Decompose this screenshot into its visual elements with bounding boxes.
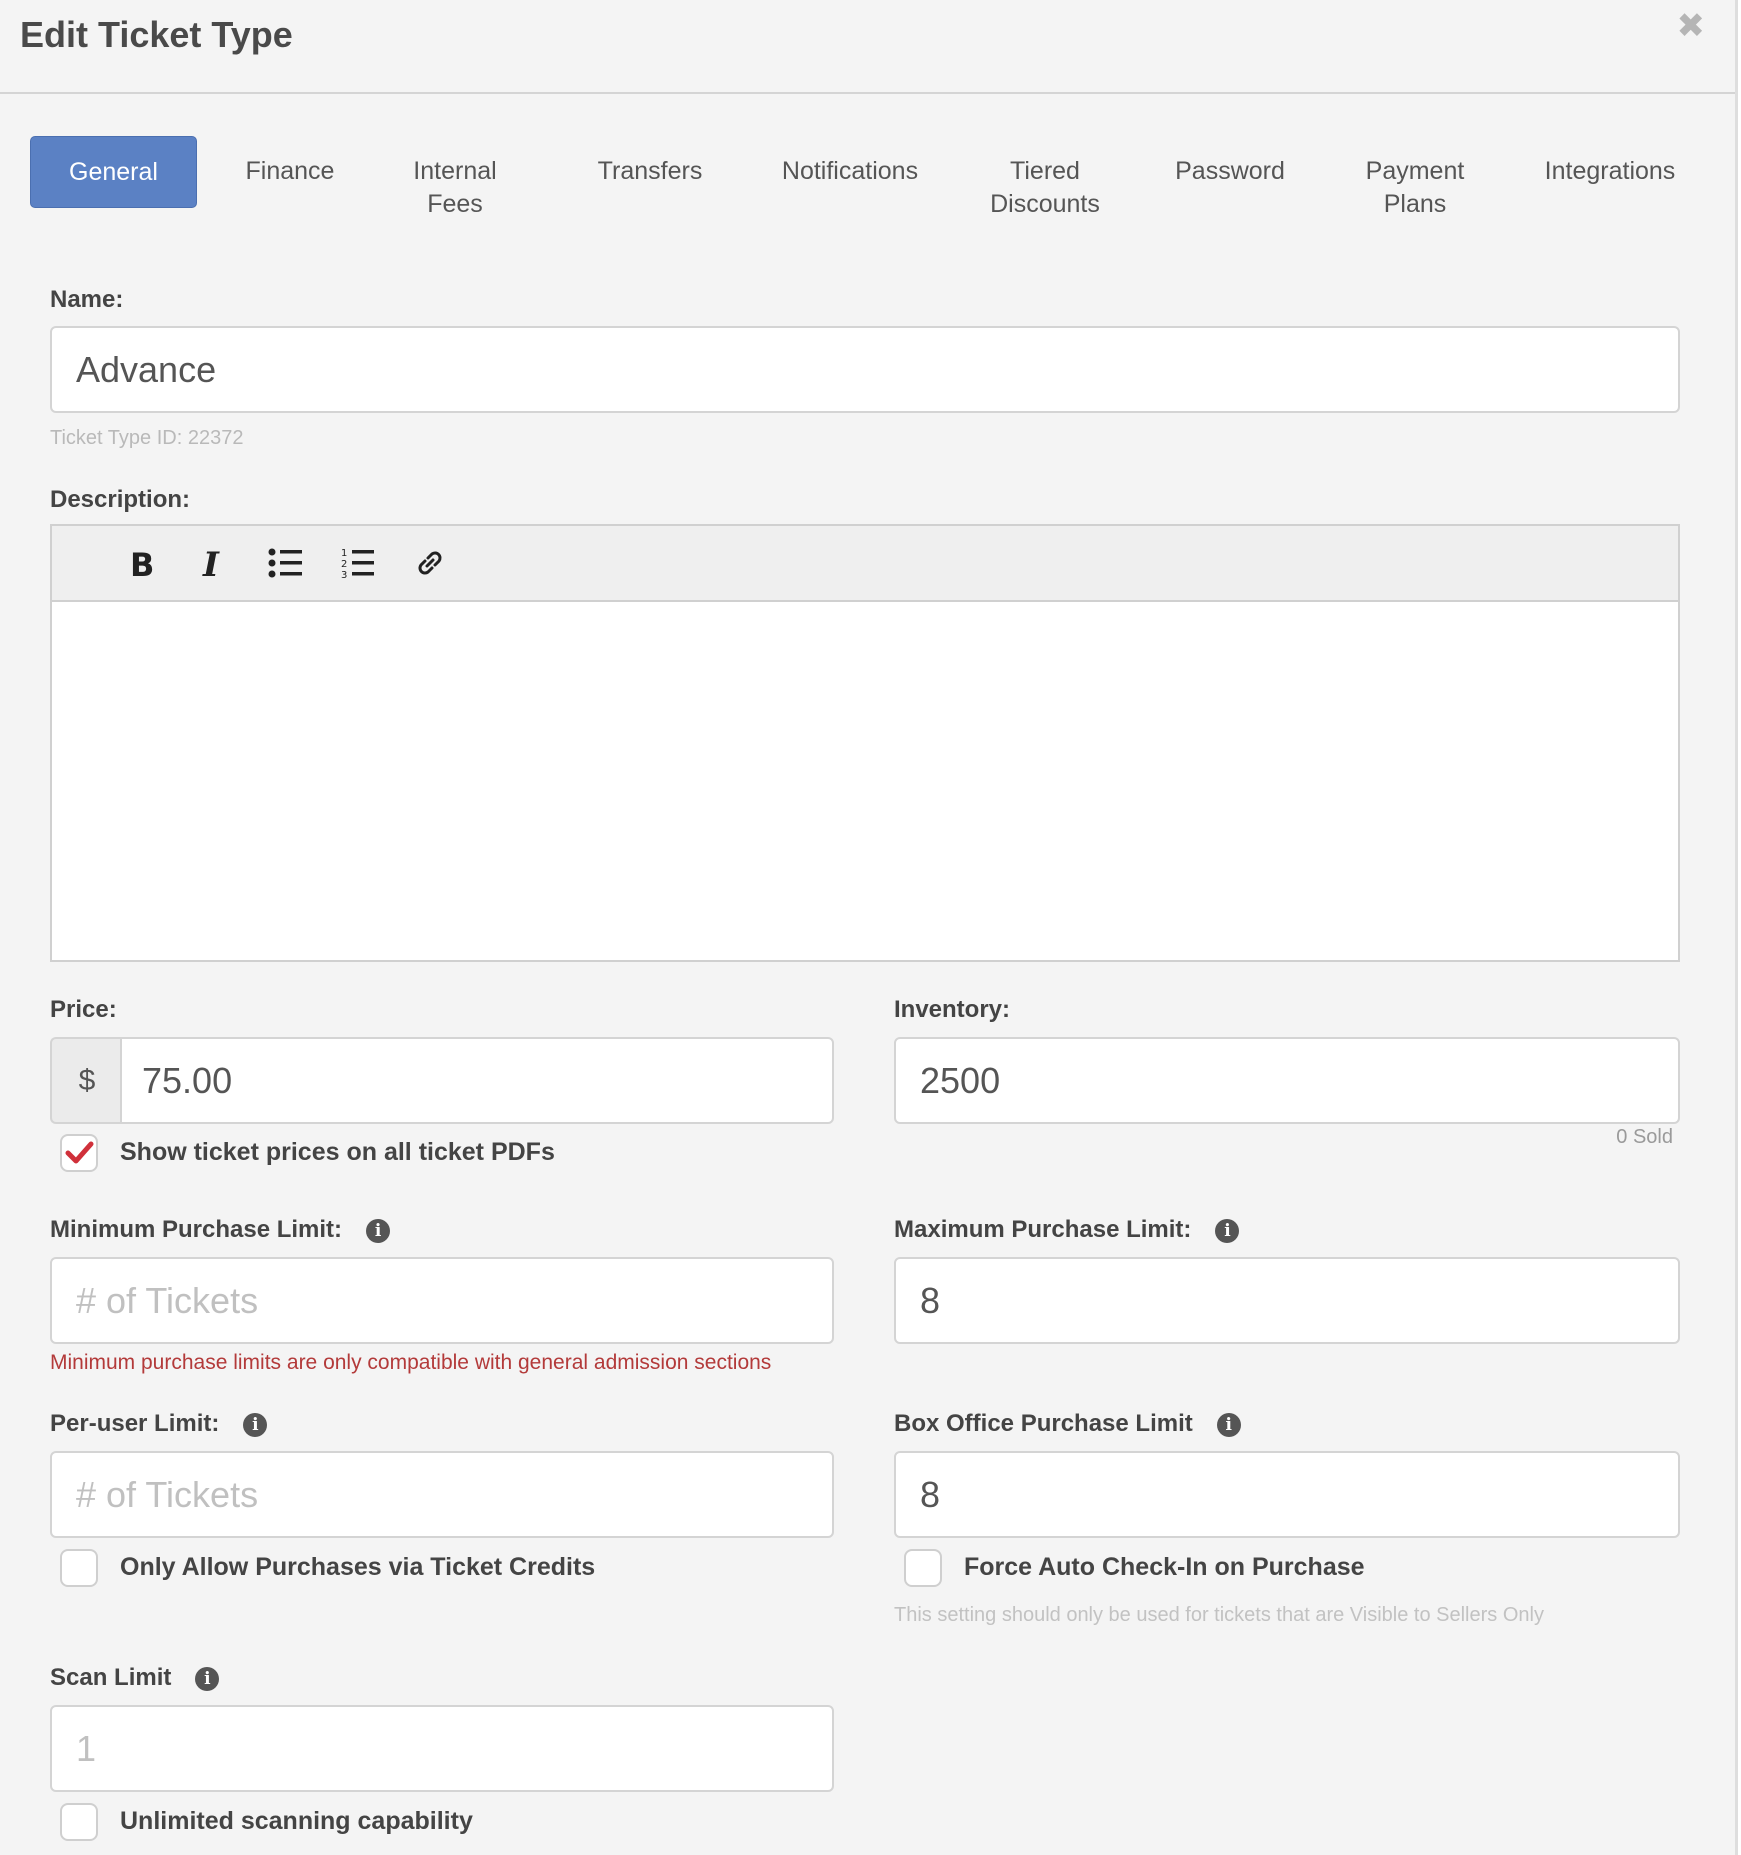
info-icon[interactable]: i bbox=[1215, 1219, 1240, 1243]
min-limit-input[interactable] bbox=[50, 1257, 834, 1344]
price-input[interactable] bbox=[120, 1037, 834, 1124]
svg-text:3: 3 bbox=[341, 570, 347, 580]
unlimited-scan-label: Unlimited scanning capability bbox=[120, 1807, 473, 1835]
tab-password[interactable]: Password bbox=[1150, 136, 1310, 208]
min-limit-warning: Minimum purchase limits are only compati… bbox=[50, 1351, 772, 1374]
tab-label: Internal Fees bbox=[413, 157, 497, 218]
box-office-limit-label: Box Office Purchase Limit i bbox=[894, 1410, 1241, 1438]
tab-label: Password bbox=[1175, 157, 1285, 185]
tab-notifications[interactable]: Notifications bbox=[750, 136, 950, 208]
bullet-list-icon[interactable] bbox=[263, 540, 309, 586]
tab-integrations[interactable]: Integrations bbox=[1510, 136, 1710, 208]
bold-icon[interactable]: B bbox=[118, 540, 164, 586]
tab-general[interactable]: General bbox=[30, 136, 197, 208]
ticket-type-id: Ticket Type ID: 22372 bbox=[50, 427, 244, 449]
tab-label: Integrations bbox=[1544, 157, 1676, 185]
svg-text:2: 2 bbox=[341, 559, 347, 570]
per-user-limit-input[interactable] bbox=[50, 1451, 834, 1538]
editor-toolbar: B I 1 2 3 bbox=[52, 526, 1678, 602]
tab-label: Transfers bbox=[597, 157, 703, 185]
unlimited-scan-checkbox[interactable] bbox=[60, 1803, 98, 1841]
scan-limit-label: Scan Limit i bbox=[50, 1664, 220, 1692]
auto-checkin-label: Force Auto Check-In on Purchase bbox=[964, 1553, 1365, 1581]
svg-text:B: B bbox=[130, 546, 154, 580]
ticket-credits-checkbox[interactable] bbox=[60, 1549, 98, 1587]
tab-internal-fees[interactable]: Internal Fees bbox=[380, 136, 530, 218]
min-limit-label: Minimum Purchase Limit: i bbox=[50, 1216, 391, 1244]
price-label: Price: bbox=[50, 996, 117, 1023]
description-editor: B I 1 2 3 bbox=[50, 524, 1680, 962]
inventory-input[interactable] bbox=[894, 1037, 1680, 1124]
tab-finance[interactable]: Finance bbox=[220, 136, 360, 208]
per-user-limit-label: Per-user Limit: i bbox=[50, 1410, 268, 1438]
svg-text:1: 1 bbox=[341, 548, 347, 559]
ticket-credits-label: Only Allow Purchases via Ticket Credits bbox=[120, 1553, 596, 1581]
name-label: Name: bbox=[50, 286, 124, 313]
tab-label: General bbox=[69, 158, 158, 186]
sold-count: 0 Sold bbox=[1616, 1126, 1673, 1148]
tab-transfers[interactable]: Transfers bbox=[560, 136, 740, 208]
edit-ticket-type-modal: Edit Ticket Type ✖ General Finance Inter… bbox=[0, 0, 1738, 1855]
tab-label: Tiered Discounts bbox=[990, 157, 1100, 218]
auto-checkin-checkbox[interactable] bbox=[904, 1549, 942, 1587]
show-prices-checkbox[interactable] bbox=[60, 1134, 98, 1172]
tab-tiered-discounts[interactable]: Tiered Discounts bbox=[965, 136, 1125, 218]
name-input[interactable] bbox=[50, 326, 1680, 413]
checkmark-icon bbox=[65, 1141, 94, 1164]
tab-label: Finance bbox=[245, 157, 335, 185]
italic-icon[interactable]: I bbox=[190, 540, 236, 586]
description-label: Description: bbox=[50, 486, 191, 513]
max-limit-label: Maximum Purchase Limit: i bbox=[894, 1216, 1240, 1244]
info-icon[interactable]: i bbox=[195, 1667, 220, 1691]
tab-payment-plans[interactable]: Payment Plans bbox=[1340, 136, 1490, 218]
svg-text:I: I bbox=[202, 546, 220, 580]
box-office-limit-input[interactable] bbox=[894, 1451, 1680, 1538]
info-icon[interactable]: i bbox=[366, 1219, 391, 1243]
link-icon[interactable] bbox=[407, 540, 453, 586]
currency-addon: $ bbox=[50, 1037, 122, 1124]
tab-label: Payment Plans bbox=[1365, 157, 1465, 218]
info-icon[interactable]: i bbox=[243, 1413, 268, 1437]
modal-header: Edit Ticket Type ✖ bbox=[0, 0, 1735, 94]
tab-bar: General Finance Internal Fees Transfers N… bbox=[30, 136, 1710, 236]
info-icon[interactable]: i bbox=[1216, 1413, 1241, 1437]
show-prices-label: Show ticket prices on all ticket PDFs bbox=[120, 1138, 555, 1166]
modal-title: Edit Ticket Type bbox=[20, 14, 293, 55]
numbered-list-icon[interactable]: 1 2 3 bbox=[335, 540, 381, 586]
close-icon[interactable]: ✖ bbox=[1677, 6, 1706, 46]
tab-label: Notifications bbox=[781, 157, 919, 185]
auto-checkin-helper: This setting should only be used for tic… bbox=[894, 1604, 1544, 1626]
inventory-label: Inventory: bbox=[894, 996, 1011, 1023]
scan-limit-input[interactable] bbox=[50, 1705, 834, 1792]
max-limit-input[interactable] bbox=[894, 1257, 1680, 1344]
description-text-area[interactable] bbox=[52, 602, 1678, 962]
